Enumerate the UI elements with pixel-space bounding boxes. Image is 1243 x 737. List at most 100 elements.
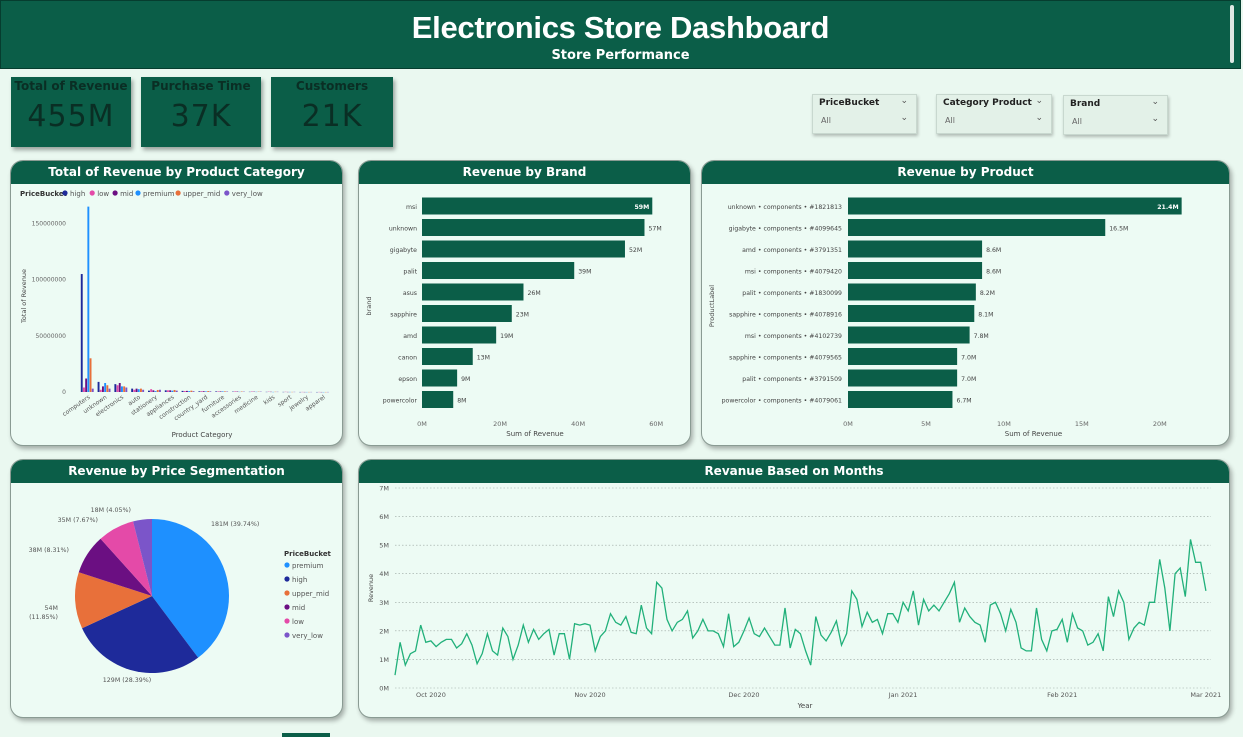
- data-label: 16.5M: [1109, 226, 1128, 233]
- data-label: 13M: [477, 355, 490, 362]
- x-tick-label: 10M: [997, 420, 1011, 428]
- bar-unknown-upper_mid: [106, 385, 109, 392]
- bar-appliances-upper_mid: [173, 389, 176, 392]
- chevron-down-icon[interactable]: ⌄: [900, 96, 908, 106]
- bar-2: [848, 240, 983, 258]
- y-tick-label: epson: [398, 376, 417, 383]
- bar-furniture-premium: [221, 391, 224, 392]
- header-scrollbar[interactable]: [1230, 5, 1234, 63]
- data-label: 39M: [578, 269, 591, 276]
- x-axis-title: Product Category: [172, 431, 233, 439]
- bar-auto-very_low: [142, 389, 145, 392]
- slicer-value[interactable]: All: [1072, 117, 1082, 126]
- bar-appliances-mid: [169, 390, 172, 392]
- bar-appliances-very_low: [175, 390, 178, 392]
- bar-auto-mid: [135, 388, 138, 392]
- legend-label-upper_mid: upper_mid: [183, 190, 220, 198]
- x-tick-label: 5M: [921, 420, 931, 428]
- y-tick-label: 6M: [379, 513, 389, 521]
- data-label: 7.0M: [961, 376, 976, 383]
- bar-unknown-premium: [104, 383, 107, 392]
- bar-appliances-premium: [171, 390, 174, 392]
- bar-8: [422, 369, 458, 387]
- chevron-down-icon[interactable]: ⌄: [1035, 96, 1043, 106]
- y-tick-label: palit • components • #1830099: [742, 290, 842, 297]
- y-tick-label: 0: [62, 389, 66, 396]
- data-label: 23M: [516, 312, 529, 319]
- y-tick-label: amd: [403, 333, 417, 340]
- kpi-value: 455M: [27, 99, 115, 134]
- data-label: 8.1M: [978, 312, 993, 319]
- data-label: 19M: [500, 333, 513, 340]
- y-tick-label: 100000000: [32, 277, 67, 284]
- bar-auto-upper_mid: [140, 388, 142, 392]
- y-tick-label: 5M: [379, 542, 389, 550]
- bar-0: [848, 197, 1182, 215]
- chevron-down-icon[interactable]: ⌄: [1035, 113, 1043, 123]
- data-label: 8.2M: [980, 290, 995, 297]
- x-tick-label: Mar 2021: [1190, 691, 1221, 699]
- y-tick-label: gigabyte • components • #4099645: [729, 226, 842, 233]
- bar-4: [848, 283, 976, 301]
- y-tick-label: asus: [403, 290, 417, 297]
- dashboard-subtitle: Store Performance: [551, 48, 690, 63]
- bar-unknown-very_low: [108, 388, 111, 392]
- bar-country_yard-very_low: [209, 391, 212, 392]
- y-tick-label: powercolor • components • #4079061: [722, 398, 842, 405]
- bar-1: [422, 219, 645, 236]
- bar-appliances-low: [167, 390, 169, 392]
- bar-7: [848, 348, 958, 365]
- y-tick-label: unknown • components • #1821813: [728, 204, 842, 211]
- legend-marker-premium: [135, 190, 141, 196]
- bar-stationery-upper_mid: [156, 389, 159, 392]
- slice-label: 35M (7.67%): [58, 517, 98, 524]
- bar-country_yard-premium: [205, 391, 207, 392]
- y-tick-label: 150000000: [32, 220, 67, 227]
- slicer-title: PriceBucket: [819, 98, 880, 108]
- bar-electronics-premium: [121, 386, 123, 392]
- bar-construction-upper_mid: [190, 390, 193, 392]
- chevron-down-icon[interactable]: ⌄: [1151, 114, 1159, 124]
- x-tick-label: kids: [262, 394, 276, 407]
- bar-electronics-high: [114, 384, 117, 392]
- y-tick-label: sapphire: [390, 312, 417, 319]
- bar-auto-premium: [137, 389, 140, 392]
- kpi-label: Total of Revenue: [14, 79, 128, 93]
- bar-5: [848, 305, 975, 322]
- data-label: 21.4M: [1157, 204, 1178, 211]
- y-axis-title: Revenue: [367, 574, 375, 602]
- bar-accessories-low: [234, 391, 237, 392]
- x-tick-label: 15M: [1075, 420, 1089, 428]
- legend-label-upper_mid: upper_mid: [292, 590, 329, 598]
- slicer-pricebucket[interactable]: PriceBucket ⌄ All ⌄: [812, 94, 917, 134]
- data-label: 8M: [457, 398, 466, 405]
- y-tick-label: powercolor: [383, 398, 418, 405]
- slicer-brand[interactable]: Brand ⌄ All ⌄: [1063, 95, 1168, 135]
- chevron-down-icon[interactable]: ⌄: [900, 113, 908, 123]
- slicer-value[interactable]: All: [821, 116, 831, 125]
- dashboard-title: Electronics Store Dashboard: [411, 10, 830, 45]
- y-tick-label: 50000000: [35, 333, 66, 340]
- slicer-category-product[interactable]: Category Product ⌄ All ⌄: [936, 94, 1052, 134]
- panel-revenue-by-brand: Revenue by Brand brand msi 59M unknown 57M gi…: [358, 160, 691, 446]
- bar-construction-mid: [186, 390, 188, 392]
- bar-country_yard-mid: [202, 391, 205, 392]
- bar-computers-premium: [87, 206, 90, 392]
- bar-stationery-low: [150, 389, 153, 392]
- data-label: 52M: [629, 247, 642, 254]
- chevron-down-icon[interactable]: ⌄: [1151, 97, 1159, 107]
- legend-marker-very_low: [284, 632, 290, 638]
- bar-4: [422, 283, 524, 301]
- panel-revenue-by-product: Revenue by Product ProductLabel unknown •…: [701, 160, 1230, 446]
- y-tick-label: unknown: [389, 226, 417, 233]
- data-label: 7.8M: [974, 333, 989, 340]
- page-tab-indicator[interactable]: [282, 733, 330, 737]
- legend-label-very_low: very_low: [232, 190, 263, 198]
- data-label: 8.6M: [986, 247, 1001, 254]
- bar-computers-mid: [85, 378, 88, 392]
- bar-furniture-mid: [219, 391, 222, 392]
- slicer-value[interactable]: All: [945, 116, 955, 125]
- bar-computers-high: [80, 274, 83, 392]
- y-tick-label: palit • components • #3791509: [742, 376, 842, 383]
- bar-country_yard-high: [198, 391, 201, 392]
